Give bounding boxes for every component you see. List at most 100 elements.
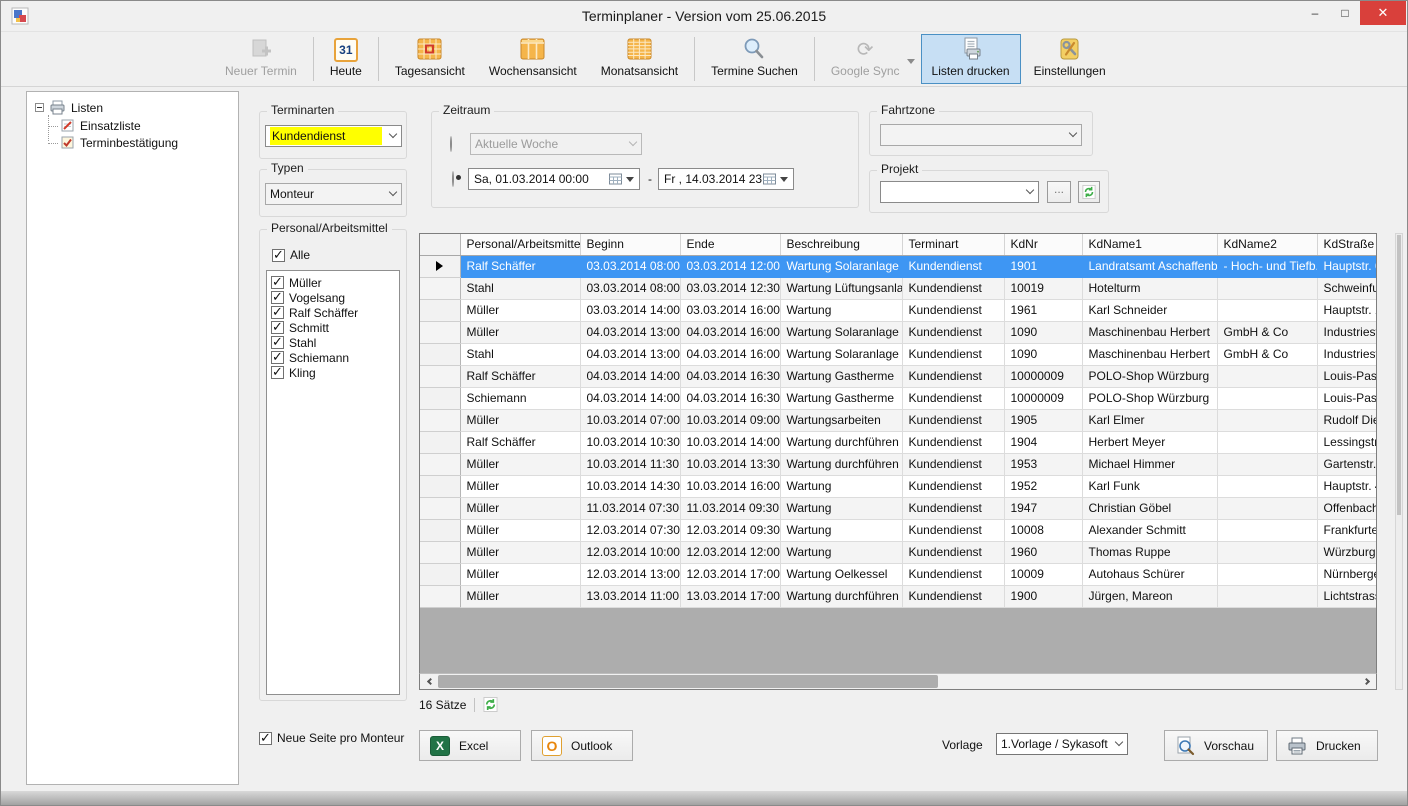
- grid-cell[interactable]: Wartung Solaranlage: [780, 255, 902, 277]
- grid-cell[interactable]: 10008: [1004, 519, 1082, 541]
- row-selector-cell[interactable]: [420, 497, 460, 519]
- grid-cell[interactable]: 11.03.2014 07:30: [580, 497, 680, 519]
- grid-row[interactable]: Müller12.03.2014 10:0012.03.2014 12:00Wa…: [420, 541, 1377, 563]
- grid-cell[interactable]: Michael Himmer: [1082, 453, 1217, 475]
- checkbox-icon[interactable]: [271, 351, 284, 364]
- grid-cell[interactable]: Hauptstr. 110: [1317, 299, 1377, 321]
- grid-cell[interactable]: Müller: [460, 321, 580, 343]
- grid-cell[interactable]: [1217, 585, 1317, 607]
- row-selector-cell[interactable]: [420, 475, 460, 497]
- grid-cell[interactable]: Industriestras: [1317, 321, 1377, 343]
- grid-cell[interactable]: 1947: [1004, 497, 1082, 519]
- grid-cell[interactable]: Kundendienst: [902, 541, 1004, 563]
- checkbox-icon[interactable]: [259, 732, 272, 745]
- grid-cell[interactable]: Wartung durchführen: [780, 585, 902, 607]
- projekt-browse-button[interactable]: ...: [1047, 181, 1071, 203]
- grid-cell[interactable]: [1217, 519, 1317, 541]
- grid-cell[interactable]: Thomas Ruppe: [1082, 541, 1217, 563]
- checkbox-icon[interactable]: [271, 321, 284, 334]
- grid-cell[interactable]: Stahl: [460, 277, 580, 299]
- grid-cell[interactable]: [1217, 409, 1317, 431]
- tree-node-listen[interactable]: Listen: [35, 100, 238, 115]
- grid-cell[interactable]: Lichtstrasse: [1317, 585, 1377, 607]
- checkbox-alle[interactable]: Alle: [272, 248, 310, 262]
- grid-cell[interactable]: [1217, 453, 1317, 475]
- grid-cell[interactable]: Karl Schneider: [1082, 299, 1217, 321]
- grid-cell[interactable]: Jürgen, Mareon: [1082, 585, 1217, 607]
- grid-cell[interactable]: Wartung Oelkessel: [780, 563, 902, 585]
- grid-vertical-scrollbar[interactable]: [1395, 233, 1403, 690]
- checkbox-icon[interactable]: [271, 276, 284, 289]
- grid-row[interactable]: Müller11.03.2014 07:3011.03.2014 09:30Wa…: [420, 497, 1377, 519]
- row-selector-cell[interactable]: [420, 409, 460, 431]
- grid-cell[interactable]: Wartung durchführen: [780, 453, 902, 475]
- column-header[interactable]: Personal/Arbeitsmittel: [460, 234, 580, 255]
- grid-cell[interactable]: 03.03.2014 16:00: [680, 299, 780, 321]
- personal-listbox[interactable]: Müller Vogelsang Ralf Schäffer Schmitt S…: [266, 270, 400, 695]
- grid-cell[interactable]: GmbH & Co: [1217, 343, 1317, 365]
- grid-cell[interactable]: Kundendienst: [902, 365, 1004, 387]
- grid-cell[interactable]: Kundendienst: [902, 343, 1004, 365]
- row-selector-cell[interactable]: [420, 321, 460, 343]
- grid-cell[interactable]: 10.03.2014 10:30: [580, 431, 680, 453]
- grid-cell[interactable]: 13.03.2014 11:00: [580, 585, 680, 607]
- grid-cell[interactable]: Müller: [460, 475, 580, 497]
- row-selector-cell[interactable]: [420, 277, 460, 299]
- checkbox-icon[interactable]: [272, 249, 285, 262]
- column-header[interactable]: Terminart: [902, 234, 1004, 255]
- date-from-field[interactable]: Sa, 01.03.2014 00:00: [468, 168, 640, 190]
- grid-cell[interactable]: 1952: [1004, 475, 1082, 497]
- grid-row[interactable]: Müller12.03.2014 07:3012.03.2014 09:30Wa…: [420, 519, 1377, 541]
- grid-row[interactable]: Müller10.03.2014 11:3010.03.2014 13:30Wa…: [420, 453, 1377, 475]
- grid-cell[interactable]: 1960: [1004, 541, 1082, 563]
- grid-cell[interactable]: Kundendienst: [902, 277, 1004, 299]
- column-header[interactable]: KdName2: [1217, 234, 1317, 255]
- vorschau-button[interactable]: Vorschau: [1164, 730, 1268, 761]
- toolbar-button-listen-drucken[interactable]: Listen drucken: [921, 34, 1021, 84]
- checkbox-ralf-schaeffer[interactable]: Ralf Schäffer: [271, 305, 399, 320]
- grid-row[interactable]: Ralf Schäffer10.03.2014 10:3010.03.2014 …: [420, 431, 1377, 453]
- grid-cell[interactable]: 03.03.2014 12:30: [680, 277, 780, 299]
- grid-cell[interactable]: Kundendienst: [902, 563, 1004, 585]
- grid-cell[interactable]: [1217, 541, 1317, 563]
- radio-aktuelle-woche[interactable]: [450, 136, 452, 152]
- grid-cell[interactable]: Kundendienst: [902, 321, 1004, 343]
- checkbox-icon[interactable]: [271, 336, 284, 349]
- scrollbar-thumb[interactable]: [1397, 235, 1401, 515]
- checkbox-neue-seite-pro-monteur[interactable]: Neue Seite pro Monteur: [259, 731, 404, 745]
- grid-row[interactable]: Müller12.03.2014 13:0012.03.2014 17:00Wa…: [420, 563, 1377, 585]
- checkbox-mueller[interactable]: Müller: [271, 275, 399, 290]
- grid-cell[interactable]: Müller: [460, 585, 580, 607]
- maximize-button[interactable]: □: [1330, 1, 1360, 25]
- toolbar-button-tagesansicht[interactable]: Tagesansicht: [384, 34, 476, 84]
- row-selector-cell[interactable]: [420, 541, 460, 563]
- grid-cell[interactable]: Autohaus Schürer: [1082, 563, 1217, 585]
- grid-cell[interactable]: POLO-Shop Würzburg: [1082, 387, 1217, 409]
- grid-cell[interactable]: 04.03.2014 16:30: [680, 365, 780, 387]
- grid-cell[interactable]: [1217, 475, 1317, 497]
- grid-cell[interactable]: 10.03.2014 09:00: [680, 409, 780, 431]
- grid-cell[interactable]: - Hoch- und Tiefb...: [1217, 255, 1317, 277]
- tree-collapse-icon[interactable]: [35, 103, 44, 112]
- grid-cell[interactable]: Wartung Solaranlage: [780, 343, 902, 365]
- grid-cell[interactable]: 10.03.2014 11:30: [580, 453, 680, 475]
- grid-cell[interactable]: 1900: [1004, 585, 1082, 607]
- row-selector-cell[interactable]: [420, 343, 460, 365]
- grid-cell[interactable]: Kundendienst: [902, 453, 1004, 475]
- grid-row[interactable]: Ralf Schäffer04.03.2014 14:0004.03.2014 …: [420, 365, 1377, 387]
- row-selector-cell[interactable]: [420, 453, 460, 475]
- grid-cell[interactable]: 04.03.2014 14:00: [580, 365, 680, 387]
- scroll-left-button[interactable]: [420, 674, 437, 689]
- grid-cell[interactable]: Industriestras: [1317, 343, 1377, 365]
- grid-cell[interactable]: 1904: [1004, 431, 1082, 453]
- grid-cell[interactable]: Wartung: [780, 475, 902, 497]
- grid-cell[interactable]: Müller: [460, 453, 580, 475]
- toolbar-button-termine-suchen[interactable]: Termine Suchen: [700, 34, 809, 84]
- chevron-down-icon[interactable]: [780, 177, 788, 182]
- grid-cell[interactable]: 1953: [1004, 453, 1082, 475]
- grid-cell[interactable]: 04.03.2014 13:00: [580, 343, 680, 365]
- grid-cell[interactable]: [1217, 387, 1317, 409]
- scroll-right-button[interactable]: [1359, 674, 1376, 689]
- grid-cell[interactable]: 10000009: [1004, 387, 1082, 409]
- grid-cell[interactable]: Gartenstr. 22: [1317, 453, 1377, 475]
